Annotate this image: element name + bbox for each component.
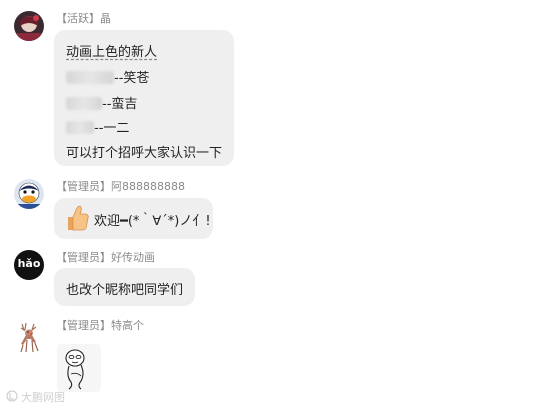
hao-logo-avatar-icon[interactable]: hǎo [14,250,44,280]
blurred-name [66,97,102,110]
watermark: 大鹏网图 [6,389,65,405]
message-bubble-3[interactable]: 也改个昵称吧同学们 [54,268,195,306]
sender-tag: 【管理员】 [56,251,111,264]
sender-label-2: 【管理员】阿888888888 [56,178,185,194]
watermark-text: 大鹏网图 [21,391,65,404]
message-text: 可以打个招呼大家认识一下 [66,146,223,161]
message-line: 可以打个招呼大家认识一下 [66,142,222,161]
message-bubble-2[interactable]: 欢迎━(*｀∀´*)ノ亻! [54,198,213,239]
sender-name: 晶 [100,12,111,25]
message-line: 动画上色的新人 [66,41,157,60]
underlined-text: 动画上色的新人 [66,45,158,60]
avatar-text: hǎo [17,257,41,270]
thumbs-up-icon [64,204,90,236]
watermark-logo-icon [6,389,18,405]
role-text: --蛮吉 [102,97,138,112]
dark-anime-avatar-icon[interactable] [14,11,44,41]
chat-window: 【活跃】晶 动画上色的新人 --笑苍 --蛮吉 --一二 可以打个招呼大家认识一… [0,0,542,409]
message-line: --蛮吉 [66,93,137,112]
sender-tag: 【管理员】 [56,180,111,193]
blurred-name [66,71,114,84]
message-line: --笑苍 [66,67,149,86]
sender-label-4: 【管理员】特高个 [56,317,144,333]
cartoon-duck-avatar-icon[interactable] [14,179,44,209]
sender-name: 阿888888888 [111,180,185,193]
message-text: 也改个昵称吧同学们 [66,283,184,298]
blurred-name [66,121,94,134]
sender-name: 特高个 [111,319,144,332]
message-bubble-1[interactable]: 动画上色的新人 --笑苍 --蛮吉 --一二 可以打个招呼大家认识一下 [54,30,234,166]
message-text: 欢迎━(*｀∀´*)ノ亻! [94,214,211,229]
sender-label-1: 【活跃】晶 [56,10,111,26]
sender-tag: 【管理员】 [56,319,111,332]
role-text: --笑苍 [114,71,150,86]
deer-avatar-icon[interactable] [14,322,44,353]
doodle-character-sticker-icon[interactable] [57,344,101,392]
sender-label-3: 【管理员】好传动画 [56,249,155,265]
role-text: --一二 [94,121,130,136]
sender-tag: 【活跃】 [56,12,100,25]
message-line: --一二 [66,117,129,136]
sender-name: 好传动画 [111,251,155,264]
